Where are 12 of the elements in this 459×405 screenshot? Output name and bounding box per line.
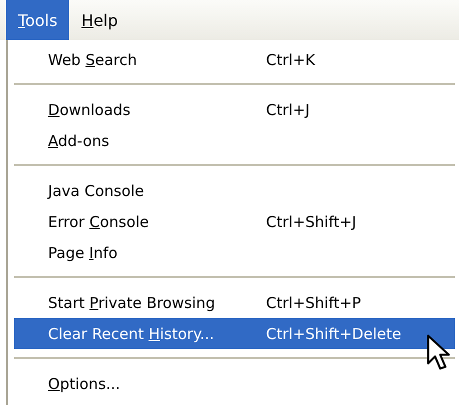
menu-item[interactable]: Page Info <box>14 237 455 268</box>
menu-item[interactable]: Clear Recent History... Ctrl+Shift+Delete <box>14 318 455 349</box>
menu-bar-item[interactable]: Tools <box>6 0 70 40</box>
menu-item[interactable]: Web Search Ctrl+K <box>14 44 455 75</box>
menu-item[interactable]: Options... <box>14 368 455 399</box>
menu-item[interactable]: Error Console Ctrl+Shift+J <box>14 206 455 237</box>
cursor-icon <box>425 334 452 372</box>
menu-item[interactable]: Start Private Browsing Ctrl+Shift+P <box>14 287 455 318</box>
menu-bar-item[interactable]: Help <box>69 0 130 40</box>
menu-item[interactable]: Java Console <box>14 175 455 206</box>
menu-item[interactable]: Downloads Ctrl+J <box>14 94 455 125</box>
menu-item[interactable]: Add-ons <box>14 125 455 156</box>
